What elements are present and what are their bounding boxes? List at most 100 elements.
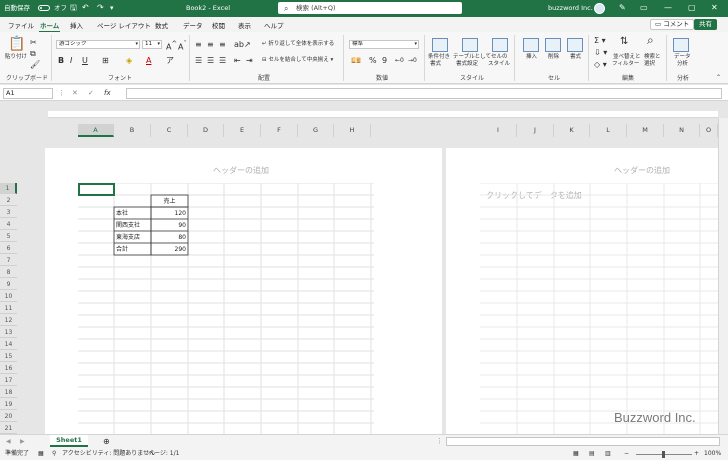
row-header[interactable]: 11 xyxy=(0,303,17,314)
tab-insert[interactable]: 挿入 xyxy=(70,20,83,30)
active-cell-a1[interactable] xyxy=(78,183,115,196)
row-header[interactable]: 8 xyxy=(0,267,17,278)
table-row-label[interactable]: 東海支店 xyxy=(114,232,151,244)
fill-color-icon[interactable]: ◈ xyxy=(126,56,132,65)
row-header[interactable]: 17 xyxy=(0,375,17,386)
redo-icon[interactable]: ↷ xyxy=(97,2,104,13)
row-header[interactable]: 1 xyxy=(0,183,17,194)
zoom-level[interactable]: 100% xyxy=(704,448,721,460)
row-header[interactable]: 2 xyxy=(0,195,17,206)
column-header[interactable]: G xyxy=(298,124,334,137)
cut-icon[interactable]: ✂ xyxy=(30,38,37,47)
header-placeholder[interactable]: ヘッダーの追加 xyxy=(213,165,269,176)
comments-button[interactable]: ▭ コメント xyxy=(650,19,695,30)
sort-filter-label2[interactable]: フィルター xyxy=(612,61,639,68)
row-header[interactable]: 6 xyxy=(0,243,17,254)
cell-styles-label[interactable]: セルの xyxy=(491,54,508,61)
normal-view-icon[interactable]: ▦ xyxy=(573,448,579,460)
column-header[interactable]: D xyxy=(188,124,224,137)
sort-filter-label[interactable]: 並べ替えと xyxy=(613,54,641,61)
macro-record-icon[interactable]: ▦ xyxy=(38,448,44,460)
header-placeholder-2[interactable]: ヘッダーの追加 xyxy=(614,165,670,176)
format-painter-icon[interactable]: 🖌 xyxy=(30,60,40,69)
font-color-icon[interactable]: A xyxy=(146,56,151,65)
font-name-select[interactable]: 游ゴシック ▾ xyxy=(56,40,140,49)
align-right-icon[interactable]: ☰ xyxy=(219,56,226,65)
conditional-format-label2[interactable]: 書式 xyxy=(430,61,441,68)
row-header[interactable]: 20 xyxy=(0,411,17,422)
undo-icon[interactable]: ↶ xyxy=(82,2,89,13)
increase-decimal-icon[interactable]: ←0 xyxy=(395,56,404,65)
column-header[interactable]: E xyxy=(224,124,261,137)
find-select-label2[interactable]: 選択 xyxy=(644,61,655,68)
autosum-icon[interactable]: Σ ▾ xyxy=(594,36,606,45)
row-header[interactable]: 14 xyxy=(0,339,17,350)
wrap-text-button[interactable]: ↵ 折り返して全体を表示する xyxy=(262,41,334,48)
tab-page-layout[interactable]: ページ レイアウト xyxy=(97,20,151,30)
row-header[interactable]: 13 xyxy=(0,327,17,338)
tab-splitter-icon[interactable]: ⋮ xyxy=(436,437,443,446)
align-center-icon[interactable]: ☰ xyxy=(207,56,214,65)
pen-icon[interactable]: ✎ xyxy=(619,2,626,13)
underline-icon[interactable]: U xyxy=(82,56,88,65)
conditional-format-label[interactable]: 条件付き xyxy=(428,54,450,61)
page-layout-view-icon[interactable]: ▤ xyxy=(589,448,595,460)
column-header[interactable]: A xyxy=(78,124,114,137)
insert-function-icon[interactable]: fx xyxy=(104,88,111,98)
fill-icon[interactable]: ⇩ ▾ xyxy=(594,48,607,57)
align-left-icon[interactable]: ☰ xyxy=(195,56,202,65)
horizontal-scrollbar[interactable] xyxy=(446,437,720,446)
sort-filter-icon[interactable]: ⇅ xyxy=(620,37,628,47)
collapse-ribbon-icon[interactable]: ⌃ xyxy=(716,73,721,82)
table-row-value[interactable]: 290 xyxy=(151,244,188,256)
insert-cells-icon[interactable] xyxy=(523,38,539,52)
row-header[interactable]: 21 xyxy=(0,423,17,434)
column-header[interactable]: I xyxy=(480,124,517,137)
ribbon-display-icon[interactable]: ▭ xyxy=(640,2,648,14)
print-page-2[interactable]: ヘッダーの追加 クリックしてデータを追加 xyxy=(446,148,718,438)
row-header[interactable]: 9 xyxy=(0,279,17,290)
row-header[interactable]: 3 xyxy=(0,207,17,218)
format-cells-label[interactable]: 書式 xyxy=(570,54,581,61)
table-row-value[interactable]: 120 xyxy=(151,208,188,220)
row-header[interactable]: 16 xyxy=(0,363,17,374)
font-size-select[interactable]: 11 ▾ xyxy=(142,40,162,49)
conditional-format-icon[interactable] xyxy=(432,38,448,52)
increase-indent-icon[interactable]: ⇥ xyxy=(246,56,253,65)
bold-icon[interactable]: B xyxy=(58,56,64,65)
merge-center-button[interactable]: ⊟ セルを結合して中央揃え ▾ xyxy=(262,57,333,64)
font-grow-icon[interactable]: A^ xyxy=(166,40,177,52)
table-row-label[interactable]: 合計 xyxy=(114,244,151,256)
format-cells-icon[interactable] xyxy=(567,38,583,52)
page-break-view-icon[interactable]: ▥ xyxy=(605,448,611,460)
row-header[interactable]: 4 xyxy=(0,219,17,230)
zoom-in-icon[interactable]: + xyxy=(694,448,699,460)
zoom-slider-thumb[interactable] xyxy=(662,451,665,458)
paste-label[interactable]: 貼り付け xyxy=(5,54,27,61)
tab-formulas[interactable]: 数式 xyxy=(155,20,168,30)
decrease-decimal-icon[interactable]: →0 xyxy=(408,56,417,65)
row-header[interactable]: 12 xyxy=(0,315,17,326)
currency-icon[interactable]: 💴 xyxy=(351,56,361,65)
column-header[interactable]: H xyxy=(334,124,371,137)
table-row-label[interactable]: 本社 xyxy=(114,208,151,220)
column-header[interactable]: J xyxy=(517,124,554,137)
row-header[interactable]: 19 xyxy=(0,399,17,410)
decrease-indent-icon[interactable]: ⇤ xyxy=(234,56,241,65)
tab-data[interactable]: データ xyxy=(183,20,203,30)
status-accessibility[interactable]: アクセシビリティ: 問題ありません xyxy=(62,448,155,460)
prev-sheet-icon[interactable]: ◀ xyxy=(6,437,11,446)
row-header[interactable]: 10 xyxy=(0,291,17,302)
align-middle-icon[interactable]: ≡ xyxy=(207,40,214,49)
column-header[interactable]: K xyxy=(554,124,590,137)
format-as-table-label2[interactable]: 書式設定 xyxy=(456,61,478,68)
column-header[interactable]: N xyxy=(664,124,700,137)
table-row-label[interactable]: 関西支社 xyxy=(114,220,151,232)
find-select-icon[interactable]: ⌕ xyxy=(647,34,654,46)
tab-help[interactable]: ヘルプ xyxy=(264,20,284,30)
analyze-data-icon[interactable] xyxy=(673,38,689,52)
table-row-value[interactable]: 90 xyxy=(151,220,188,232)
align-top-icon[interactable]: ≡ xyxy=(195,40,202,49)
column-header[interactable]: L xyxy=(590,124,627,137)
row-header[interactable]: 18 xyxy=(0,387,17,398)
